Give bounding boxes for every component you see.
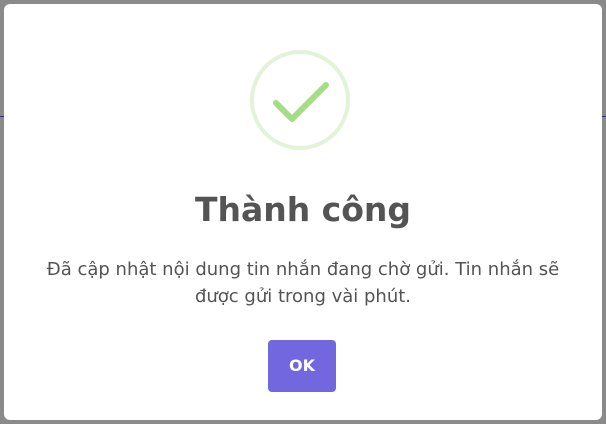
screen: Thành công Đã cập nhật nội dung tin nhắn… — [0, 0, 606, 424]
dialog-message: Đã cập nhật nội dung tin nhắn đang chờ g… — [46, 259, 560, 307]
success-check-icon — [250, 50, 350, 150]
background-divider — [602, 116, 606, 117]
dialog-title: Thành công — [194, 190, 412, 229]
success-dialog: Thành công Đã cập nhật nội dung tin nhắn… — [4, 4, 602, 420]
ok-button[interactable]: OK — [268, 340, 336, 392]
